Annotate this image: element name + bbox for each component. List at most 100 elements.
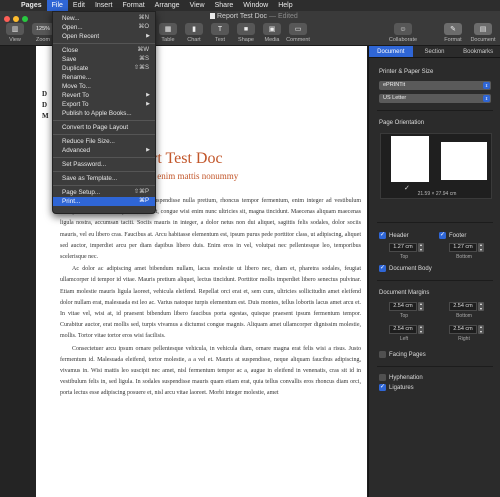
body-paragraph[interactable]: Consectetuer arcu ipsum ornare pellentes… bbox=[60, 344, 361, 400]
portrait-option[interactable] bbox=[391, 136, 429, 182]
shape-button[interactable]: ■ Shape bbox=[233, 23, 259, 43]
margin-bottom-value[interactable]: 2.54 cm bbox=[449, 302, 477, 311]
margin-right-caption: Right bbox=[458, 336, 470, 342]
menu-item-new[interactable]: New... ⌘N bbox=[53, 14, 155, 23]
header-distance-stepper[interactable]: 1.27 cm ▲ ▼ bbox=[389, 243, 424, 252]
footer-distance-value[interactable]: 1.27 cm bbox=[449, 243, 477, 252]
document-body[interactable]: Lorem ipsum dolor sit amet, ligula suspe… bbox=[60, 196, 361, 400]
header-checkbox[interactable]: ✓ Header bbox=[379, 232, 409, 239]
stepper-arrows-icon[interactable]: ▲ ▼ bbox=[478, 243, 484, 252]
margin-right-stepper[interactable]: 2.54 cm ▲ ▼ bbox=[449, 325, 484, 334]
zoom-window-button[interactable] bbox=[22, 16, 28, 22]
menu-pages[interactable]: Pages bbox=[16, 0, 47, 11]
paper-size-value: US Letter bbox=[383, 95, 407, 101]
menu-format[interactable]: Format bbox=[117, 0, 149, 11]
minimize-window-button[interactable] bbox=[13, 16, 19, 22]
menu-arrange[interactable]: Arrange bbox=[150, 0, 185, 11]
document-label: Document bbox=[470, 37, 496, 43]
inspector-tabs: Document Section Bookmarks bbox=[369, 46, 500, 58]
menu-item-export-to[interactable]: Export To ▶ bbox=[53, 100, 155, 109]
text-button[interactable]: T Text bbox=[207, 23, 233, 43]
margin-top-value[interactable]: 2.54 cm bbox=[389, 302, 417, 311]
menu-help[interactable]: Help bbox=[273, 0, 297, 11]
menu-item-move-to[interactable]: Move To... bbox=[53, 82, 155, 91]
body-paragraph[interactable]: Ac dolor ac adipiscing amet bibendum nul… bbox=[60, 264, 361, 342]
window-controls bbox=[4, 16, 28, 22]
margin-left-value[interactable]: 2.54 cm bbox=[389, 325, 417, 334]
menu-item-set-password[interactable]: Set Password... bbox=[53, 160, 155, 169]
chart-button[interactable]: ▮ Chart bbox=[181, 23, 207, 43]
menu-item-close[interactable]: Close ⌘W bbox=[53, 46, 155, 55]
menu-item-save[interactable]: Save ⌘S bbox=[53, 55, 155, 64]
menu-item-duplicate[interactable]: Duplicate ⇧⌘S bbox=[53, 64, 155, 73]
window-title: Report Test Doc — Edited bbox=[210, 13, 298, 20]
menu-file[interactable]: File bbox=[46, 0, 68, 11]
facing-pages-checkbox[interactable]: Facing Pages bbox=[379, 351, 426, 358]
printer-paper-heading: Printer & Paper Size bbox=[379, 69, 434, 75]
document-body-checkbox[interactable]: ✓ Document Body bbox=[379, 265, 432, 272]
menu-item-shortcut: ⌘N bbox=[138, 15, 149, 21]
menu-insert[interactable]: Insert bbox=[90, 0, 118, 11]
menu-item-publish-to-apple-books[interactable]: Publish to Apple Books... bbox=[53, 109, 155, 118]
menu-item-convert-to-page-layout[interactable]: Convert to Page Layout bbox=[53, 123, 155, 132]
view-button[interactable]: ▥ View bbox=[2, 23, 28, 43]
checkbox-checked-icon: ✓ bbox=[379, 232, 386, 239]
stepper-arrows-icon[interactable]: ▲ ▼ bbox=[418, 325, 424, 334]
menu-item-shortcut: ⌘P bbox=[138, 198, 149, 204]
collaborate-icon: ☺ bbox=[394, 23, 412, 35]
menu-item-label: New... bbox=[62, 15, 80, 22]
menu-item-print[interactable]: Print... ⌘P bbox=[53, 197, 155, 206]
stepper-arrows-icon[interactable]: ▲ ▼ bbox=[478, 302, 484, 311]
menu-separator bbox=[53, 120, 155, 121]
hyphenation-checkbox[interactable]: Hyphenation bbox=[379, 374, 423, 381]
footer-checkbox[interactable]: ✓ Footer bbox=[439, 232, 466, 239]
menu-item-revert-to[interactable]: Revert To ▶ bbox=[53, 91, 155, 100]
ligatures-checkbox[interactable]: ✓ Ligatures bbox=[379, 384, 414, 391]
menu-item-save-as-template[interactable]: Save as Template... bbox=[53, 174, 155, 183]
document-button[interactable]: ▤ Document bbox=[468, 23, 498, 43]
table-button[interactable]: ▦ Table bbox=[155, 23, 181, 43]
tab-section[interactable]: Section bbox=[413, 46, 457, 57]
menu-item-advanced[interactable]: Advanced ▶ bbox=[53, 146, 155, 155]
header-distance-value[interactable]: 1.27 cm bbox=[389, 243, 417, 252]
document-body-label: Document Body bbox=[389, 265, 432, 272]
menu-item-shortcut: ⇧⌘S bbox=[133, 65, 149, 71]
tab-document[interactable]: Document bbox=[369, 46, 413, 57]
menu-separator bbox=[53, 171, 155, 172]
printer-select[interactable]: ePRINTit ⇕ bbox=[379, 81, 491, 90]
stepper-arrows-icon[interactable]: ▲ ▼ bbox=[478, 325, 484, 334]
menu-share[interactable]: Share bbox=[210, 0, 239, 11]
stepper-arrows-icon[interactable]: ▲ ▼ bbox=[418, 302, 424, 311]
margin-right-value[interactable]: 2.54 cm bbox=[449, 325, 477, 334]
margin-top-stepper[interactable]: 2.54 cm ▲ ▼ bbox=[389, 302, 424, 311]
menu-item-open[interactable]: Open... ⌘O bbox=[53, 23, 155, 32]
stepper-arrows-icon[interactable]: ▲ ▼ bbox=[418, 243, 424, 252]
tab-bookmarks[interactable]: Bookmarks bbox=[456, 46, 500, 57]
menu-item-reduce-file-size[interactable]: Reduce File Size... bbox=[53, 137, 155, 146]
menu-edit[interactable]: Edit bbox=[68, 0, 90, 11]
checkbox-unchecked-icon bbox=[379, 351, 386, 358]
menu-item-rename[interactable]: Rename... bbox=[53, 73, 155, 82]
shape-label: Shape bbox=[238, 37, 254, 43]
collaborate-button[interactable]: ☺ Collaborate bbox=[385, 23, 421, 43]
menu-item-page-setup[interactable]: Page Setup... ⇧⌘P bbox=[53, 188, 155, 197]
close-window-button[interactable] bbox=[4, 16, 10, 22]
comment-button[interactable]: ▭ Comment bbox=[285, 23, 311, 43]
footer-distance-stepper[interactable]: 1.27 cm ▲ ▼ bbox=[449, 243, 484, 252]
document-inspector: Document Section Bookmarks Printer & Pap… bbox=[368, 46, 500, 497]
margin-bottom-stepper[interactable]: 2.54 cm ▲ ▼ bbox=[449, 302, 484, 311]
margin-left-stepper[interactable]: 2.54 cm ▲ ▼ bbox=[389, 325, 424, 334]
submenu-arrow-icon: ▶ bbox=[146, 33, 150, 39]
checkbox-checked-icon: ✓ bbox=[379, 384, 386, 391]
media-button[interactable]: ▣ Media bbox=[259, 23, 285, 43]
menu-view[interactable]: View bbox=[185, 0, 210, 11]
menu-item-shortcut: ⌘W bbox=[137, 47, 149, 53]
menu-window[interactable]: Window bbox=[238, 0, 273, 11]
format-button[interactable]: ✎ Format bbox=[440, 23, 466, 43]
landscape-option[interactable] bbox=[441, 142, 487, 180]
menu-separator bbox=[53, 134, 155, 135]
facing-pages-label: Facing Pages bbox=[389, 351, 426, 358]
paper-size-select[interactable]: US Letter ⇕ bbox=[379, 94, 491, 103]
menu-item-open-recent[interactable]: Open Recent ▶ bbox=[53, 32, 155, 41]
submenu-arrow-icon: ▶ bbox=[146, 101, 150, 107]
